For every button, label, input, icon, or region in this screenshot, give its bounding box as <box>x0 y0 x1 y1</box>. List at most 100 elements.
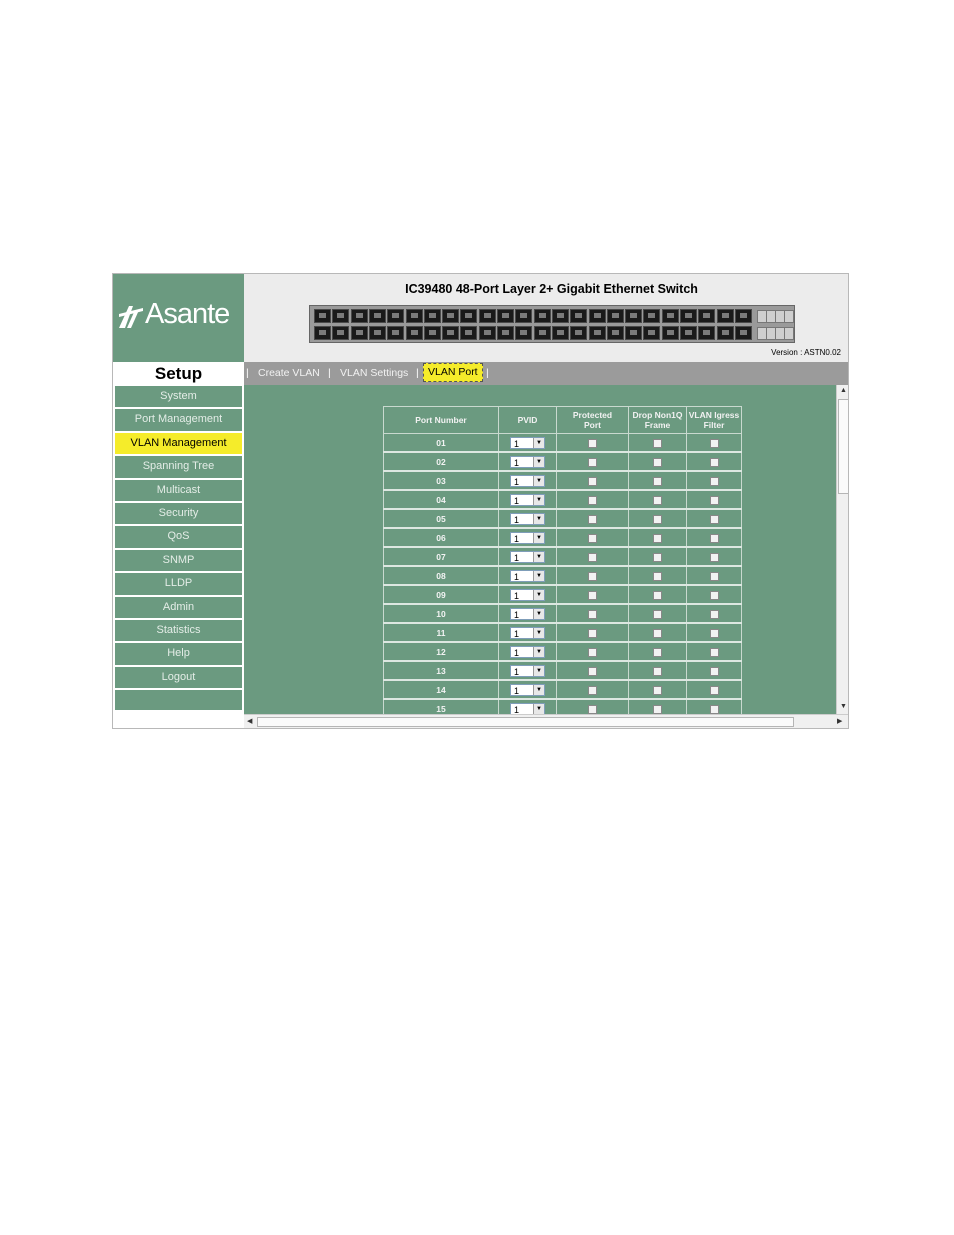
vlan-ingress-filter-checkbox[interactable] <box>709 476 719 486</box>
sidebar-item-port-management[interactable]: Port Management <box>115 409 242 431</box>
vertical-scrollbar[interactable]: ▲ ▼ <box>836 385 848 714</box>
switch-port-icon[interactable] <box>716 309 734 323</box>
protected-port-checkbox[interactable] <box>588 552 597 562</box>
switch-port-icon[interactable] <box>350 309 368 323</box>
drop-non1q-frame-checkbox[interactable] <box>653 476 662 486</box>
switch-port-icon[interactable] <box>460 326 478 340</box>
drop-non1q-frame-checkbox[interactable] <box>653 590 662 600</box>
drop-non1q-frame-checkbox[interactable] <box>653 628 662 638</box>
vlan-ingress-filter-checkbox[interactable] <box>709 685 719 695</box>
switch-port-icon[interactable] <box>643 309 661 323</box>
switch-port-icon[interactable] <box>533 309 551 323</box>
drop-non1q-frame-checkbox[interactable] <box>653 609 662 619</box>
tab-vlan-settings[interactable]: VLAN Settings <box>340 367 408 379</box>
pvid-select[interactable]: 1 ▼ <box>510 436 545 449</box>
switch-port-icon[interactable] <box>570 309 588 323</box>
chevron-down-icon[interactable]: ▼ <box>533 475 544 486</box>
switch-port-icon[interactable] <box>350 326 368 340</box>
sidebar-item-vlan-management[interactable]: VLAN Management <box>115 432 242 455</box>
vlan-ingress-filter-checkbox[interactable] <box>709 666 719 676</box>
switch-port-panel[interactable] <box>309 305 795 343</box>
switch-port-icon[interactable] <box>332 309 350 323</box>
pvid-select[interactable]: 1 ▼ <box>510 702 545 714</box>
pvid-select[interactable]: 1 ▼ <box>510 550 545 563</box>
vlan-ingress-filter-checkbox[interactable] <box>709 590 719 600</box>
scroll-up-icon[interactable]: ▲ <box>840 387 847 394</box>
protected-port-checkbox[interactable] <box>588 476 597 486</box>
switch-port-icon[interactable] <box>497 309 514 323</box>
protected-port-checkbox[interactable] <box>588 609 597 619</box>
tab-create-vlan[interactable]: Create VLAN <box>258 367 320 379</box>
drop-non1q-frame-checkbox[interactable] <box>653 533 662 543</box>
switch-port-icon[interactable] <box>698 309 716 323</box>
switch-port-icon[interactable] <box>680 326 697 340</box>
chevron-down-icon[interactable]: ▼ <box>533 589 544 600</box>
switch-port-icon[interactable] <box>515 309 533 323</box>
horizontal-scrollbar[interactable]: ◀ ▶ <box>244 714 848 728</box>
horizontal-scroll-thumb[interactable] <box>257 717 794 727</box>
sidebar-item-security[interactable]: Security <box>115 502 242 525</box>
switch-port-icon[interactable] <box>606 309 624 323</box>
sfp-port-icon[interactable] <box>784 327 794 340</box>
switch-port-icon[interactable] <box>332 326 350 340</box>
pvid-select[interactable]: 1 ▼ <box>510 512 545 525</box>
scroll-left-icon[interactable]: ◀ <box>247 717 252 725</box>
switch-port-icon[interactable] <box>442 309 460 323</box>
chevron-down-icon[interactable]: ▼ <box>533 456 544 467</box>
switch-port-icon[interactable] <box>497 326 514 340</box>
protected-port-checkbox[interactable] <box>588 457 597 467</box>
switch-port-icon[interactable] <box>478 326 496 340</box>
chevron-down-icon[interactable]: ▼ <box>533 627 544 638</box>
vlan-ingress-filter-checkbox[interactable] <box>709 514 719 524</box>
switch-port-icon[interactable] <box>387 309 405 323</box>
scroll-down-icon[interactable]: ▼ <box>840 703 847 710</box>
sidebar-item-qos[interactable]: QoS <box>115 526 242 548</box>
protected-port-checkbox[interactable] <box>588 647 597 657</box>
chevron-down-icon[interactable]: ▼ <box>533 665 544 676</box>
protected-port-checkbox[interactable] <box>588 666 597 676</box>
chevron-down-icon[interactable]: ▼ <box>533 494 544 505</box>
drop-non1q-frame-checkbox[interactable] <box>653 647 662 657</box>
scroll-right-icon[interactable]: ▶ <box>837 717 842 725</box>
vlan-ingress-filter-checkbox[interactable] <box>709 704 719 714</box>
switch-port-icon[interactable] <box>570 326 588 340</box>
drop-non1q-frame-checkbox[interactable] <box>653 666 662 676</box>
protected-port-checkbox[interactable] <box>588 628 597 638</box>
sfp-port-icon[interactable] <box>784 310 794 323</box>
drop-non1q-frame-checkbox[interactable] <box>653 685 662 695</box>
vertical-scroll-thumb[interactable] <box>838 399 848 494</box>
switch-port-icon[interactable] <box>734 326 752 340</box>
drop-non1q-frame-checkbox[interactable] <box>653 495 662 505</box>
switch-port-icon[interactable] <box>625 309 643 323</box>
switch-port-icon[interactable] <box>387 326 405 340</box>
pvid-select[interactable]: 1 ▼ <box>510 455 545 468</box>
chevron-down-icon[interactable]: ▼ <box>533 684 544 695</box>
switch-port-icon[interactable] <box>314 309 331 323</box>
switch-port-icon[interactable] <box>680 309 697 323</box>
chevron-down-icon[interactable]: ▼ <box>533 570 544 581</box>
sidebar-item-help[interactable]: Help <box>115 643 242 665</box>
switch-port-icon[interactable] <box>588 309 606 323</box>
pvid-select[interactable]: 1 ▼ <box>510 531 545 544</box>
chevron-down-icon[interactable]: ▼ <box>533 551 544 562</box>
pvid-select[interactable]: 1 ▼ <box>510 645 545 658</box>
switch-port-icon[interactable] <box>533 326 551 340</box>
tab-vlan-port[interactable]: VLAN Port <box>423 363 483 382</box>
switch-port-icon[interactable] <box>423 326 441 340</box>
switch-port-icon[interactable] <box>423 309 441 323</box>
pvid-select[interactable]: 1 ▼ <box>510 588 545 601</box>
vlan-ingress-filter-checkbox[interactable] <box>709 609 719 619</box>
chevron-down-icon[interactable]: ▼ <box>533 703 544 714</box>
pvid-select[interactable]: 1 ▼ <box>510 683 545 696</box>
pvid-select[interactable]: 1 ▼ <box>510 569 545 582</box>
switch-port-icon[interactable] <box>643 326 661 340</box>
switch-port-icon[interactable] <box>734 309 752 323</box>
switch-port-icon[interactable] <box>588 326 606 340</box>
chevron-down-icon[interactable]: ▼ <box>533 513 544 524</box>
switch-port-icon[interactable] <box>698 326 716 340</box>
sidebar-item-statistics[interactable]: Statistics <box>115 619 242 642</box>
chevron-down-icon[interactable]: ▼ <box>533 437 544 448</box>
sidebar-item-multicast[interactable]: Multicast <box>115 479 242 501</box>
switch-port-icon[interactable] <box>551 326 569 340</box>
protected-port-checkbox[interactable] <box>588 514 597 524</box>
